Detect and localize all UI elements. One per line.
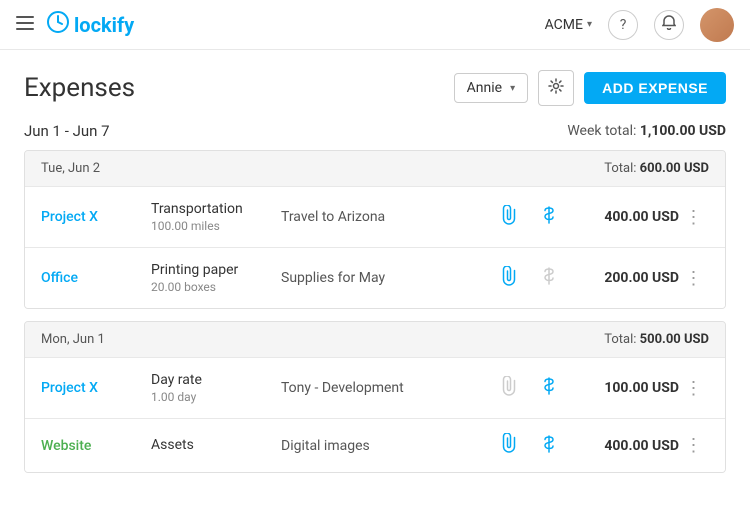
paperclip-icon[interactable] (501, 380, 517, 401)
billable-cell[interactable] (529, 206, 569, 228)
category-sub: 20.00 boxes (151, 280, 281, 294)
description-cell: Travel to Arizona (281, 209, 489, 225)
project-cell: Office (41, 270, 151, 286)
workspace-label: ACME (545, 17, 583, 33)
row-menu[interactable]: ⋮ (679, 435, 709, 456)
avatar-image (700, 8, 734, 42)
gear-icon (548, 78, 564, 98)
amount-cell: 200.00 USD (569, 270, 679, 286)
category-cell: Printing paper 20.00 boxes (151, 262, 281, 294)
week-total-value: 1,100.00 USD (640, 123, 726, 139)
group-date-0: Tue, Jun 2 (41, 161, 100, 176)
project-cell: Project X (41, 380, 151, 396)
row-menu[interactable]: ⋮ (679, 207, 709, 228)
logo: lockify (46, 10, 134, 40)
more-options-icon[interactable]: ⋮ (685, 435, 704, 456)
dollar-icon[interactable] (542, 380, 556, 399)
dollar-icon[interactable] (542, 209, 556, 228)
group-header-1: Mon, Jun 1 Total: 500.00 USD (25, 322, 725, 357)
question-mark-icon: ? (620, 17, 627, 33)
page-header: Expenses Annie ▾ ADD EXPENSE (24, 70, 726, 106)
category-name: Transportation (151, 201, 281, 217)
bell-icon (662, 15, 676, 34)
group-date-1: Mon, Jun 1 (41, 332, 105, 347)
expense-row-0-0: Project X Transportation 100.00 miles Tr… (25, 186, 725, 247)
workspace-selector[interactable]: ACME ▾ (545, 17, 592, 33)
expense-group-1: Mon, Jun 1 Total: 500.00 USD Project X D… (24, 321, 726, 473)
billable-cell[interactable] (529, 435, 569, 457)
chevron-down-icon: ▾ (510, 83, 515, 94)
attachment-cell[interactable] (489, 205, 529, 230)
hamburger-icon[interactable] (16, 14, 34, 35)
dollar-icon[interactable] (542, 270, 556, 289)
expense-row-1-0: Project X Day rate 1.00 day Tony - Devel… (25, 357, 725, 418)
amount-cell: 400.00 USD (569, 438, 679, 454)
user-avatar[interactable] (700, 8, 734, 42)
paperclip-icon[interactable] (501, 437, 517, 458)
project-link[interactable]: Office (41, 270, 78, 286)
week-total: Week total: 1,100.00 USD (567, 123, 726, 139)
attachment-cell[interactable] (489, 266, 529, 291)
header-right: ACME ▾ ? (545, 8, 734, 42)
project-cell: Project X (41, 209, 151, 225)
add-expense-button[interactable]: ADD EXPENSE (584, 72, 726, 104)
page-title: Expenses (24, 73, 135, 103)
attachment-cell[interactable] (489, 433, 529, 458)
project-link[interactable]: Project X (41, 209, 98, 225)
category-name: Printing paper (151, 262, 281, 278)
paperclip-icon[interactable] (501, 209, 517, 230)
notifications-button[interactable] (654, 10, 684, 40)
project-link[interactable]: Website (41, 438, 91, 454)
category-name: Day rate (151, 372, 281, 388)
description-cell: Supplies for May (281, 270, 489, 286)
date-range: Jun 1 - Jun 7 (24, 122, 110, 140)
paperclip-icon[interactable] (501, 270, 517, 291)
amount-cell: 100.00 USD (569, 380, 679, 396)
app-header: lockify ACME ▾ ? (0, 0, 750, 50)
project-link[interactable]: Project X (41, 380, 98, 396)
category-cell: Transportation 100.00 miles (151, 201, 281, 233)
more-options-icon[interactable]: ⋮ (685, 378, 704, 399)
amount-cell: 400.00 USD (569, 209, 679, 225)
group-total-value-1: 500.00 USD (640, 332, 709, 347)
expense-row-1-1: Website Assets Digital images (25, 418, 725, 472)
category-sub: 1.00 day (151, 390, 281, 404)
description-cell: Tony - Development (281, 380, 489, 396)
user-filter-dropdown[interactable]: Annie ▾ (454, 73, 528, 103)
group-header-0: Tue, Jun 2 Total: 600.00 USD (25, 151, 725, 186)
billable-cell[interactable] (529, 267, 569, 289)
more-options-icon[interactable]: ⋮ (685, 268, 704, 289)
chevron-down-icon: ▾ (587, 19, 592, 30)
category-cell: Day rate 1.00 day (151, 372, 281, 404)
expense-group-0: Tue, Jun 2 Total: 600.00 USD Project X T… (24, 150, 726, 309)
row-menu[interactable]: ⋮ (679, 268, 709, 289)
expense-row-0-1: Office Printing paper 20.00 boxes Suppli… (25, 247, 725, 308)
dollar-icon[interactable] (542, 438, 556, 457)
group-total-0: Total: 600.00 USD (604, 161, 709, 176)
category-cell: Assets (151, 437, 281, 455)
header-left: lockify (16, 10, 134, 40)
logo-text: lockify (74, 13, 134, 37)
attachment-cell[interactable] (489, 376, 529, 401)
page-controls: Annie ▾ ADD EXPENSE (454, 70, 726, 106)
group-total-1: Total: 500.00 USD (604, 332, 709, 347)
date-range-row: Jun 1 - Jun 7 Week total: 1,100.00 USD (24, 122, 726, 140)
logo-icon (46, 10, 70, 40)
billable-cell[interactable] (529, 377, 569, 399)
row-menu[interactable]: ⋮ (679, 378, 709, 399)
description-cell: Digital images (281, 438, 489, 454)
user-filter-label: Annie (467, 80, 502, 96)
category-sub: 100.00 miles (151, 219, 281, 233)
group-total-value-0: 600.00 USD (640, 161, 709, 176)
category-name: Assets (151, 437, 281, 453)
more-options-icon[interactable]: ⋮ (685, 207, 704, 228)
settings-button[interactable] (538, 70, 574, 106)
main-content: Expenses Annie ▾ ADD EXPENSE Jun 1 - Jun… (0, 50, 750, 505)
help-button[interactable]: ? (608, 10, 638, 40)
project-cell: Website (41, 438, 151, 454)
